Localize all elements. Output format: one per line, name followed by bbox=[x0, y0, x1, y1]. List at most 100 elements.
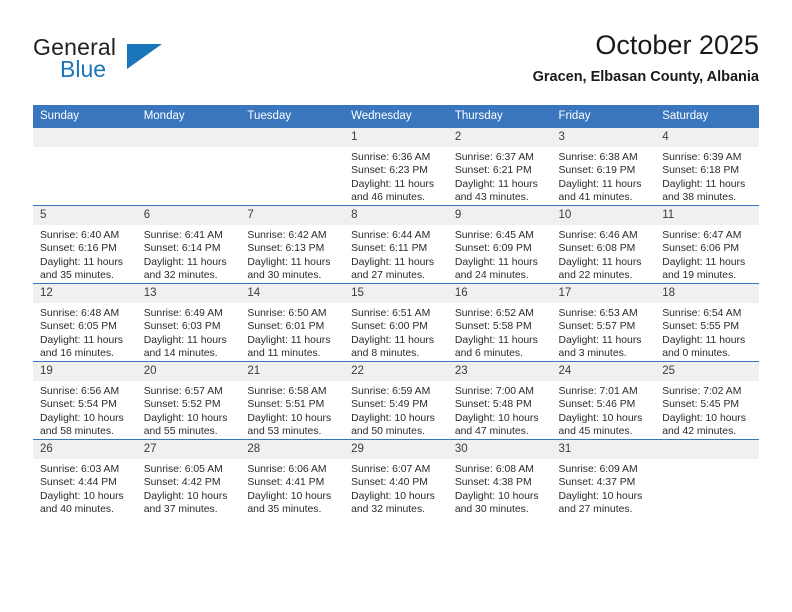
sunrise-time: Sunrise: 6:03 AM bbox=[40, 464, 120, 475]
day-number: 29 bbox=[344, 440, 448, 459]
calendar-day-cell[interactable]: 7 Sunrise: 6:42 AM Sunset: 6:13 PM Daylight… bbox=[240, 205, 345, 284]
daylight-duration-line1: Daylight: 11 hours bbox=[662, 256, 746, 268]
calendar-day-cell[interactable]: 30 Sunrise: 6:08 AM Sunset: 4:38 PM Dayligh… bbox=[447, 439, 552, 517]
daylight-duration-line2: and 47 minutes. bbox=[454, 426, 529, 438]
weekday-header-saturday: Saturday bbox=[655, 105, 759, 128]
daylight-duration-line1: Daylight: 11 hours bbox=[143, 334, 227, 346]
calendar-page: General Blue October 2025 Gracen, Elbasa… bbox=[0, 0, 792, 612]
day-number: 11 bbox=[655, 206, 759, 225]
sunset-time: Sunset: 6:16 PM bbox=[40, 243, 117, 255]
day-number bbox=[136, 128, 241, 147]
calendar-day-cell[interactable]: 2 Sunrise: 6:37 AM Sunset: 6:21 PM Daylight… bbox=[447, 128, 552, 206]
calendar-day-cell[interactable]: 24 Sunrise: 7:01 AM Sunset: 5:46 PM Dayligh… bbox=[551, 361, 656, 440]
day-number: 1 bbox=[344, 128, 448, 147]
day-number: 18 bbox=[655, 284, 759, 303]
calendar-day-cell[interactable]: 6 Sunrise: 6:41 AM Sunset: 6:14 PM Daylight… bbox=[136, 205, 241, 284]
sunrise-time: Sunrise: 6:44 AM bbox=[351, 230, 431, 241]
day-number: 14 bbox=[240, 284, 345, 303]
calendar-day-cell[interactable]: 22 Sunrise: 6:59 AM Sunset: 5:49 PM Dayligh… bbox=[344, 361, 448, 440]
calendar-day-cell[interactable]: 16 Sunrise: 6:52 AM Sunset: 5:58 PM Dayligh… bbox=[447, 283, 552, 362]
daylight-duration-line2: and 41 minutes. bbox=[558, 192, 633, 204]
day-info: Sunrise: 6:39 AM Sunset: 6:18 PM Daylight:… bbox=[655, 147, 759, 205]
daylight-duration-line1: Daylight: 10 hours bbox=[351, 490, 435, 502]
daylight-duration-line2: and 19 minutes. bbox=[662, 270, 737, 282]
sunset-time: Sunset: 5:52 PM bbox=[143, 399, 221, 411]
calendar-day-cell[interactable]: 13 Sunrise: 6:49 AM Sunset: 6:03 PM Dayligh… bbox=[136, 283, 241, 362]
day-info: Sunrise: 6:03 AM Sunset: 4:44 PM Daylight:… bbox=[33, 459, 137, 517]
blue-triangle-icon bbox=[127, 44, 162, 69]
day-info: Sunrise: 6:44 AM Sunset: 6:11 PM Daylight:… bbox=[344, 225, 448, 283]
daylight-duration-line1: Daylight: 10 hours bbox=[454, 412, 539, 424]
day-number: 22 bbox=[344, 362, 448, 381]
daylight-duration-line1: Daylight: 11 hours bbox=[454, 178, 538, 190]
calendar-week-row: 19 Sunrise: 6:56 AM Sunset: 5:54 PM Dayligh… bbox=[33, 361, 759, 440]
calendar-week-row: 5 Sunrise: 6:40 AM Sunset: 6:16 PM Daylight… bbox=[33, 205, 759, 284]
general-blue-logo[interactable]: General Blue bbox=[33, 34, 213, 92]
daylight-duration-line2: and 27 minutes. bbox=[351, 270, 426, 282]
sunset-time: Sunset: 4:41 PM bbox=[247, 477, 325, 489]
calendar-day-cell[interactable]: 26 Sunrise: 6:03 AM Sunset: 4:44 PM Dayligh… bbox=[33, 439, 137, 517]
calendar-day-cell[interactable]: 15 Sunrise: 6:51 AM Sunset: 6:00 PM Dayligh… bbox=[344, 283, 448, 362]
calendar-day-cell[interactable]: 4 Sunrise: 6:39 AM Sunset: 6:18 PM Daylight… bbox=[655, 128, 759, 206]
daylight-duration-line2: and 37 minutes. bbox=[143, 504, 218, 516]
daylight-duration-line1: Daylight: 10 hours bbox=[558, 412, 643, 424]
daylight-duration-line1: Daylight: 11 hours bbox=[454, 256, 538, 268]
calendar-day-cell[interactable]: 21 Sunrise: 6:58 AM Sunset: 5:51 PM Dayligh… bbox=[240, 361, 345, 440]
sunrise-time: Sunrise: 6:59 AM bbox=[351, 386, 431, 397]
day-info: Sunrise: 6:51 AM Sunset: 6:00 PM Daylight:… bbox=[344, 303, 448, 361]
calendar-day-cell[interactable]: 8 Sunrise: 6:44 AM Sunset: 6:11 PM Daylight… bbox=[344, 205, 448, 284]
calendar-day-cell[interactable]: 3 Sunrise: 6:38 AM Sunset: 6:19 PM Daylight… bbox=[551, 128, 656, 206]
daylight-duration-line2: and 3 minutes. bbox=[558, 348, 627, 360]
sunrise-time: Sunrise: 6:51 AM bbox=[351, 308, 431, 319]
day-number: 31 bbox=[551, 440, 656, 459]
day-info: Sunrise: 6:53 AM Sunset: 5:57 PM Daylight:… bbox=[552, 303, 656, 361]
day-number: 5 bbox=[33, 206, 137, 225]
calendar-day-cell[interactable]: 18 Sunrise: 6:54 AM Sunset: 5:55 PM Dayligh… bbox=[655, 283, 759, 362]
day-info: Sunrise: 6:48 AM Sunset: 6:05 PM Daylight:… bbox=[33, 303, 137, 361]
sunrise-time: Sunrise: 6:54 AM bbox=[662, 308, 742, 319]
calendar-day-cell[interactable]: 28 Sunrise: 6:06 AM Sunset: 4:41 PM Dayligh… bbox=[240, 439, 345, 517]
calendar-day-cell[interactable]: 17 Sunrise: 6:53 AM Sunset: 5:57 PM Dayligh… bbox=[551, 283, 656, 362]
daylight-duration-line1: Daylight: 11 hours bbox=[247, 256, 331, 268]
logo-text-blue: Blue bbox=[60, 56, 107, 82]
sunrise-time: Sunrise: 6:48 AM bbox=[40, 308, 120, 319]
calendar-day-cell-empty bbox=[655, 439, 759, 517]
calendar-week-row: 12 Sunrise: 6:48 AM Sunset: 6:05 PM Dayligh… bbox=[33, 283, 759, 362]
day-info: Sunrise: 6:06 AM Sunset: 4:41 PM Daylight:… bbox=[240, 459, 344, 517]
daylight-duration-line1: Daylight: 11 hours bbox=[40, 256, 123, 268]
calendar-day-cell[interactable]: 9 Sunrise: 6:45 AM Sunset: 6:09 PM Daylight… bbox=[447, 205, 552, 284]
sunset-time: Sunset: 5:46 PM bbox=[558, 399, 636, 411]
daylight-duration-line1: Daylight: 11 hours bbox=[662, 334, 746, 346]
calendar-day-cell[interactable]: 31 Sunrise: 6:09 AM Sunset: 4:37 PM Dayligh… bbox=[551, 439, 656, 517]
calendar-week-row: 1 Sunrise: 6:36 AM Sunset: 6:23 PM Daylight… bbox=[33, 128, 759, 206]
daylight-duration-line2: and 11 minutes. bbox=[247, 348, 321, 360]
calendar-day-cell[interactable]: 10 Sunrise: 6:46 AM Sunset: 6:08 PM Dayligh… bbox=[551, 205, 656, 284]
calendar-day-cell[interactable]: 12 Sunrise: 6:48 AM Sunset: 6:05 PM Dayligh… bbox=[33, 283, 137, 362]
day-info: Sunrise: 6:07 AM Sunset: 4:40 PM Daylight:… bbox=[344, 459, 448, 517]
day-number bbox=[33, 128, 137, 147]
calendar-day-cell[interactable]: 5 Sunrise: 6:40 AM Sunset: 6:16 PM Daylight… bbox=[33, 205, 137, 284]
sunrise-time: Sunrise: 6:08 AM bbox=[454, 464, 534, 475]
calendar-day-cell[interactable]: 23 Sunrise: 7:00 AM Sunset: 5:48 PM Dayligh… bbox=[447, 361, 552, 440]
calendar-day-cell[interactable]: 14 Sunrise: 6:50 AM Sunset: 6:01 PM Dayligh… bbox=[240, 283, 345, 362]
daylight-duration-line1: Daylight: 11 hours bbox=[454, 334, 538, 346]
day-info: Sunrise: 6:56 AM Sunset: 5:54 PM Daylight:… bbox=[33, 381, 137, 439]
sunrise-time: Sunrise: 6:07 AM bbox=[351, 464, 431, 475]
daylight-duration-line2: and 14 minutes. bbox=[143, 348, 218, 360]
calendar-day-cell-empty bbox=[240, 128, 345, 206]
sunset-time: Sunset: 5:57 PM bbox=[558, 321, 636, 333]
day-info: Sunrise: 6:42 AM Sunset: 6:13 PM Daylight:… bbox=[240, 225, 344, 283]
daylight-duration-line1: Daylight: 10 hours bbox=[143, 412, 228, 424]
daylight-duration-line2: and 55 minutes. bbox=[143, 426, 218, 438]
sunset-time: Sunset: 6:06 PM bbox=[662, 243, 740, 255]
calendar-day-cell[interactable]: 1 Sunrise: 6:36 AM Sunset: 6:23 PM Daylight… bbox=[344, 128, 448, 206]
calendar-day-cell[interactable]: 20 Sunrise: 6:57 AM Sunset: 5:52 PM Dayligh… bbox=[136, 361, 241, 440]
calendar-day-cell[interactable]: 27 Sunrise: 6:05 AM Sunset: 4:42 PM Dayligh… bbox=[136, 439, 241, 517]
calendar-day-cell[interactable]: 25 Sunrise: 7:02 AM Sunset: 5:45 PM Dayligh… bbox=[655, 361, 759, 440]
calendar-day-cell[interactable]: 11 Sunrise: 6:47 AM Sunset: 6:06 PM Dayligh… bbox=[655, 205, 759, 284]
daylight-duration-line1: Daylight: 11 hours bbox=[247, 334, 331, 346]
calendar-day-cell[interactable]: 29 Sunrise: 6:07 AM Sunset: 4:40 PM Dayligh… bbox=[344, 439, 448, 517]
sunrise-time: Sunrise: 6:56 AM bbox=[40, 386, 120, 397]
day-number: 2 bbox=[447, 128, 552, 147]
calendar-day-cell[interactable]: 19 Sunrise: 6:56 AM Sunset: 5:54 PM Dayligh… bbox=[33, 361, 137, 440]
